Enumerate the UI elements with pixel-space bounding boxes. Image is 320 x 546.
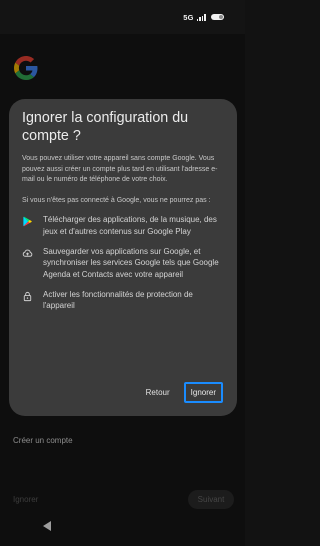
status-bar: 5G: [0, 0, 245, 34]
network-label: 5G: [183, 12, 194, 22]
signal-icon: [196, 13, 206, 21]
feature-item-play: Télécharger des applications, de la musi…: [22, 214, 225, 237]
skip-button[interactable]: Ignorer: [183, 382, 223, 403]
cloud-upload-icon: [22, 249, 33, 257]
battery-icon: [211, 13, 224, 21]
skip-setup-dialog: Ignorer la configuration du compte ? Vou…: [9, 99, 237, 416]
feature-text: Sauvegarder vos applications sur Google,…: [43, 246, 219, 279]
google-play-icon: [23, 217, 32, 227]
feature-list: Télécharger des applications, de la musi…: [22, 214, 225, 311]
back-button[interactable]: Retour: [144, 385, 172, 400]
lock-icon: [23, 291, 32, 301]
feature-text: Télécharger des applications, de la musi…: [43, 215, 217, 236]
feature-item-protection: Activer les fonctionnalités de protectio…: [22, 289, 225, 312]
feature-text: Activer les fonctionnalités de protectio…: [43, 289, 193, 311]
dialog-warning: Si vous n'êtes pas connecté à Google, vo…: [22, 196, 211, 204]
dialog-actions: Retour Ignorer: [144, 382, 223, 403]
feature-item-backup: Sauvegarder vos applications sur Google,…: [22, 246, 225, 280]
setup-screen: 5G Créer un compte Ignorer Suivant Ignor…: [0, 0, 245, 546]
dialog-title: Ignorer la configuration du compte ?: [22, 110, 189, 144]
dialog-description: Vous pouvez utiliser votre appareil sans…: [22, 155, 218, 184]
